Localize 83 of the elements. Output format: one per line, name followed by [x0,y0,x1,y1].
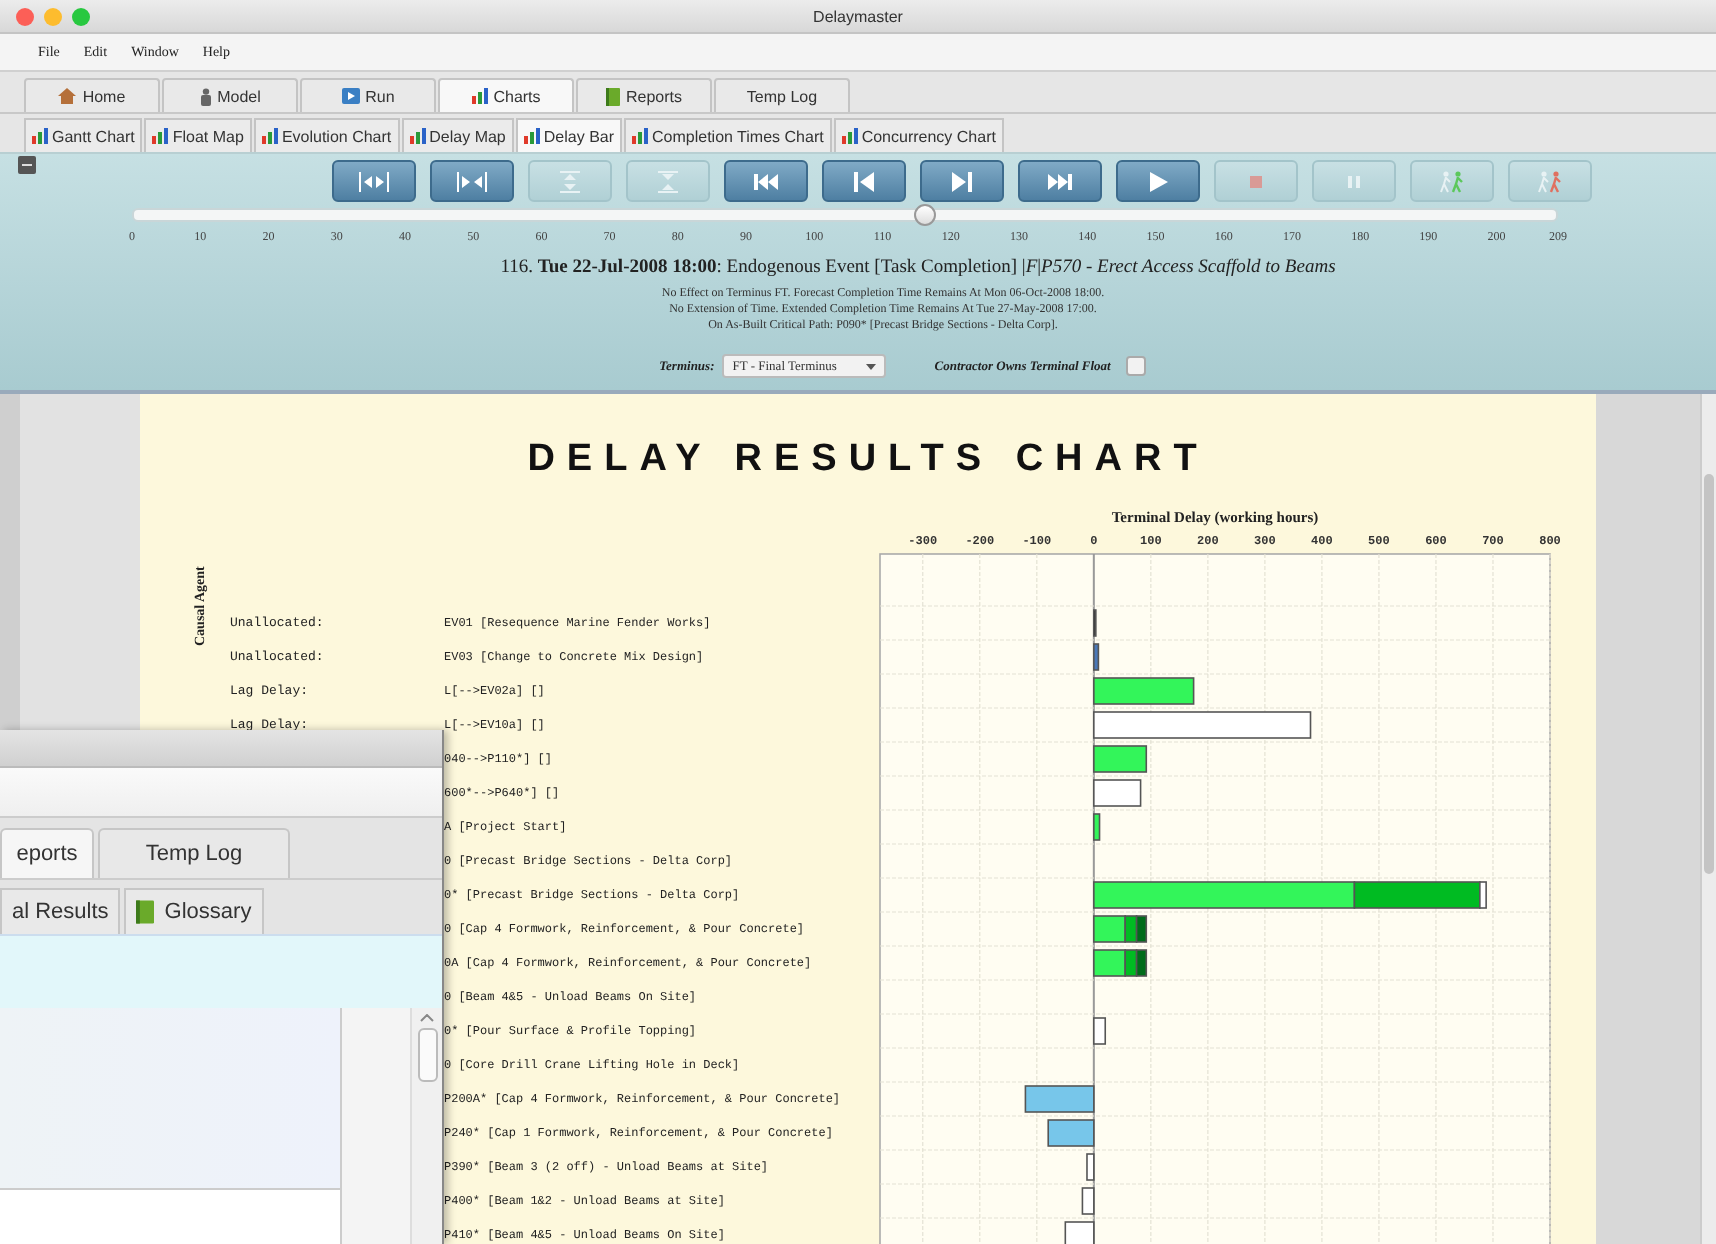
tab[interactable]: Temp Log [714,78,850,112]
tab[interactable]: Model [162,78,298,112]
tab-label: al Results [12,900,109,924]
bar [1093,779,1142,807]
tab-label: Evolution Chart [281,127,392,145]
tab-label: Reports [625,87,682,105]
bar [1093,677,1195,705]
tab[interactable]: Reports [576,78,712,112]
first-button[interactable] [724,160,808,202]
play-button[interactable] [1116,160,1200,202]
tab-label: Temp Log [746,87,818,105]
bar [1086,1153,1095,1181]
tab-label: Delay Map [429,127,506,145]
minimize-button[interactable] [44,7,62,25]
figure-icon [199,87,212,105]
bar [1093,745,1148,773]
slider-thumb[interactable] [913,204,936,226]
bar-chart-icon [523,128,540,144]
book-icon [605,87,620,105]
tab[interactable]: Glossary [124,888,264,934]
window-title: Delaymaster [813,7,903,25]
zoom-button[interactable] [72,7,90,25]
bar [1093,1017,1107,1045]
scroll-thumb[interactable] [1704,474,1714,874]
scrollbar[interactable] [1700,394,1716,1244]
tab-label: Gantt Chart [52,127,135,145]
bar-chart-icon [152,128,169,144]
tab[interactable]: Evolution Chart [253,118,400,152]
bar [1081,1187,1095,1215]
timeline-slider[interactable] [132,208,1558,222]
house-icon [58,88,77,104]
close-button[interactable] [16,7,34,25]
last-button[interactable] [1018,160,1102,202]
checkbox[interactable] [1126,356,1147,376]
bar-chart-icon [32,128,48,144]
tab[interactable]: Gantt Chart [24,118,143,152]
skip-back-icon [748,169,784,193]
tab-label: Delay Bar [543,127,615,145]
tab[interactable]: Delay Map [401,118,514,152]
collapse-icon[interactable] [18,156,36,174]
tab-label: Float Map [172,127,244,145]
bar-chart-icon [261,128,278,144]
bar [1024,1085,1095,1113]
scrollbar[interactable] [410,1008,442,1244]
expand-x-button[interactable] [332,160,416,202]
arrows-apart-icon [356,169,392,193]
tab-label: Charts [493,87,541,105]
tab-label: Completion Times Chart [652,127,824,145]
tab[interactable]: Completion Times Chart [624,118,832,152]
tab-label: Concurrency Chart [861,127,996,145]
tab[interactable]: Delay Bar [515,118,623,152]
tab[interactable]: eports [0,828,94,878]
bar-chart-icon [409,128,426,144]
tab-label: Model [217,87,261,105]
bar-chart-icon [471,88,488,104]
arrows-together-icon [454,169,490,193]
tab[interactable]: Concurrency Chart [833,118,1004,152]
scroll-thumb[interactable] [417,1028,438,1082]
play-icon [341,88,360,104]
caret-icon [866,363,877,369]
bar [1064,1221,1095,1244]
next-button[interactable] [920,160,1004,202]
bar [1093,813,1101,841]
report-title: DELAY RESULTS CHART [527,438,1209,482]
contract-x-button[interactable] [430,160,514,202]
book-icon [136,900,155,924]
tab-label: Home [82,87,126,105]
tab[interactable]: Run [300,78,436,112]
event-description: 116. Tue 22-Jul-2008 18:00: Endogenous Event [Task Completion] |F|P570 - Erect Access Scaffold to Beams [500,258,1336,278]
tab[interactable]: Temp Log [98,828,290,878]
skip-forward-icon [1042,169,1078,193]
scroll-up-icon [420,1014,435,1022]
tab-label: Glossary [164,900,252,924]
tab[interactable]: Float Map [144,118,252,152]
tab-label: Run [365,87,395,105]
bar-chart-icon [841,128,858,144]
previous-button[interactable] [822,160,906,202]
bar [1047,1119,1095,1147]
tab[interactable]: Charts [438,78,574,112]
bar-chart-icon [632,128,649,144]
bar [1093,643,1100,671]
tab[interactable]: al Results [0,888,121,934]
tab[interactable]: Home [24,78,160,112]
